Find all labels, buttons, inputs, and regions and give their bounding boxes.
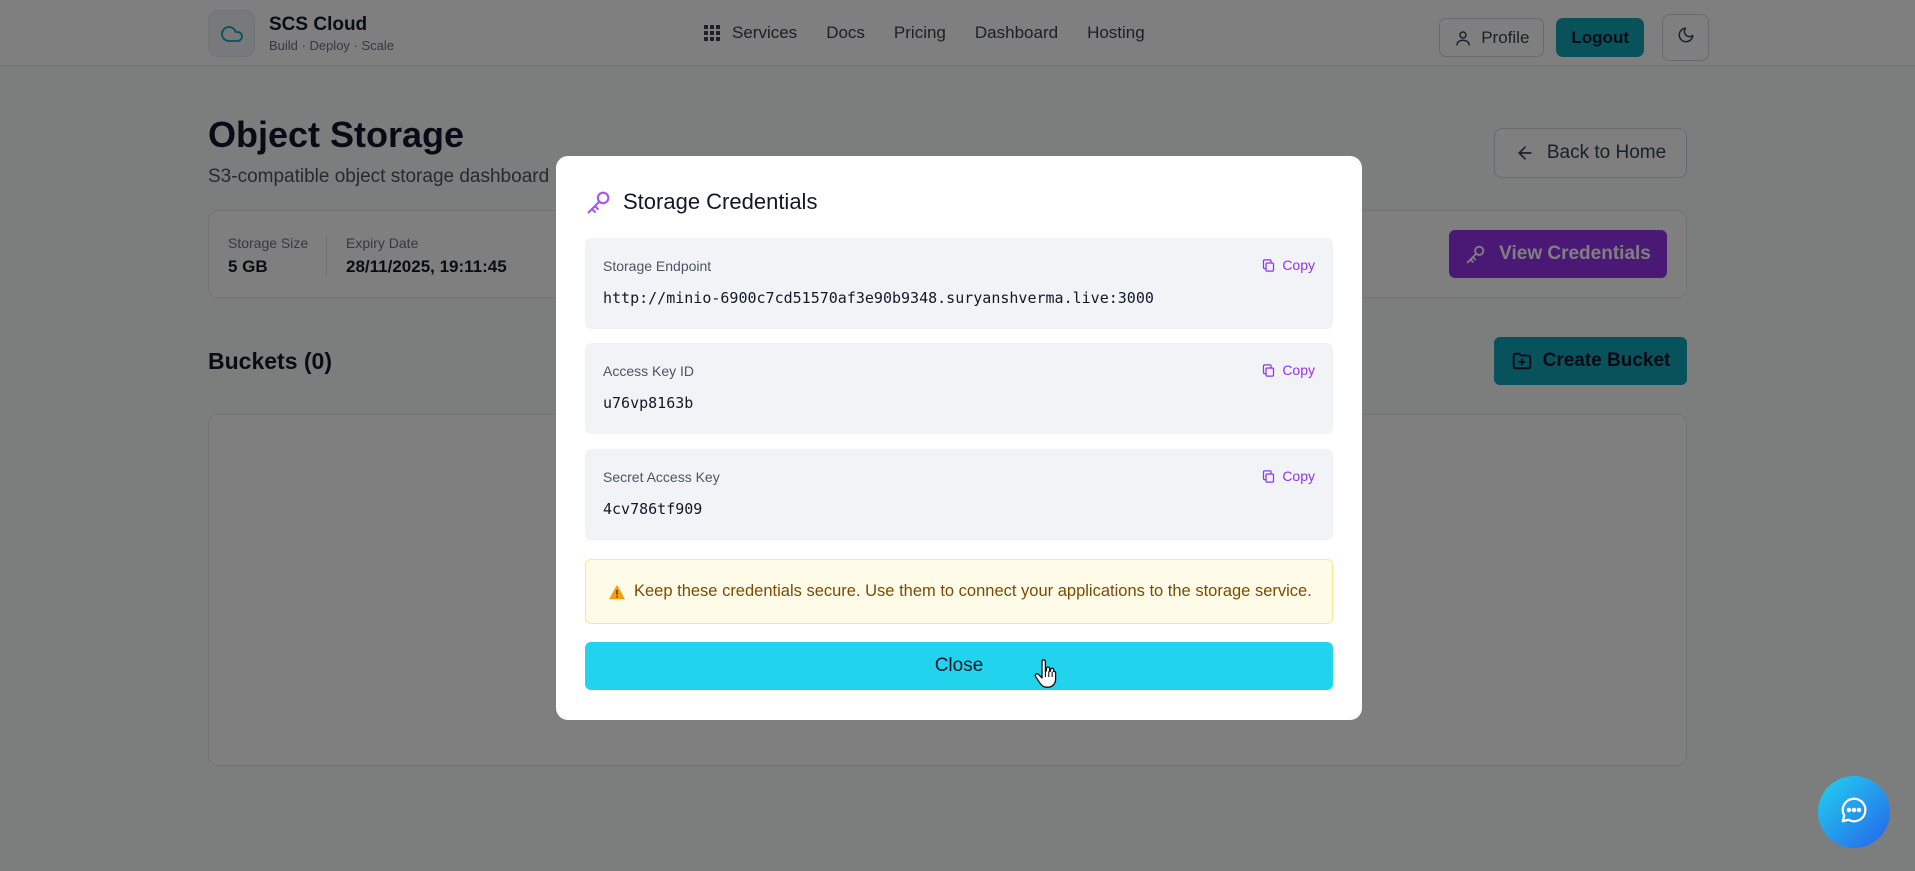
copy-icon (1261, 258, 1276, 273)
key-icon (585, 188, 613, 216)
copy-access-key-button[interactable]: Copy (1261, 362, 1315, 378)
copy-label: Copy (1282, 257, 1315, 273)
credential-storage-endpoint: Storage Endpoint http://minio-6900c7cd51… (585, 238, 1333, 329)
chat-button[interactable] (1818, 776, 1890, 848)
credential-value[interactable]: u76vp8163b (603, 394, 693, 412)
copy-label: Copy (1282, 468, 1315, 484)
hand-cursor-icon (1034, 659, 1058, 694)
warning-icon (608, 584, 626, 600)
credential-secret-access-key: Secret Access Key 4cv786tf909 Copy (585, 449, 1333, 540)
copy-icon (1261, 469, 1276, 484)
credential-label: Access Key ID (603, 363, 695, 379)
modal-title: Storage Credentials (623, 189, 818, 214)
credential-value[interactable]: 4cv786tf909 (603, 500, 702, 518)
close-button[interactable]: Close (585, 642, 1333, 690)
credential-access-key-id: Access Key ID u76vp8163b Copy (585, 343, 1333, 434)
security-warning: Keep these credentials secure. Use them … (585, 559, 1333, 624)
credential-value[interactable]: http://minio-6900c7cd51570af3e90b9348.su… (603, 289, 1154, 307)
copy-endpoint-button[interactable]: Copy (1261, 257, 1315, 273)
copy-icon (1261, 363, 1276, 378)
credential-label: Secret Access Key (603, 469, 720, 485)
storage-credentials-modal: Storage Credentials Storage Endpoint htt… (556, 156, 1362, 720)
copy-label: Copy (1282, 362, 1315, 378)
copy-secret-key-button[interactable]: Copy (1261, 468, 1315, 484)
credential-label: Storage Endpoint (603, 258, 712, 274)
warning-text: Keep these credentials secure. Use them … (634, 582, 1312, 600)
chat-icon (1839, 795, 1869, 830)
